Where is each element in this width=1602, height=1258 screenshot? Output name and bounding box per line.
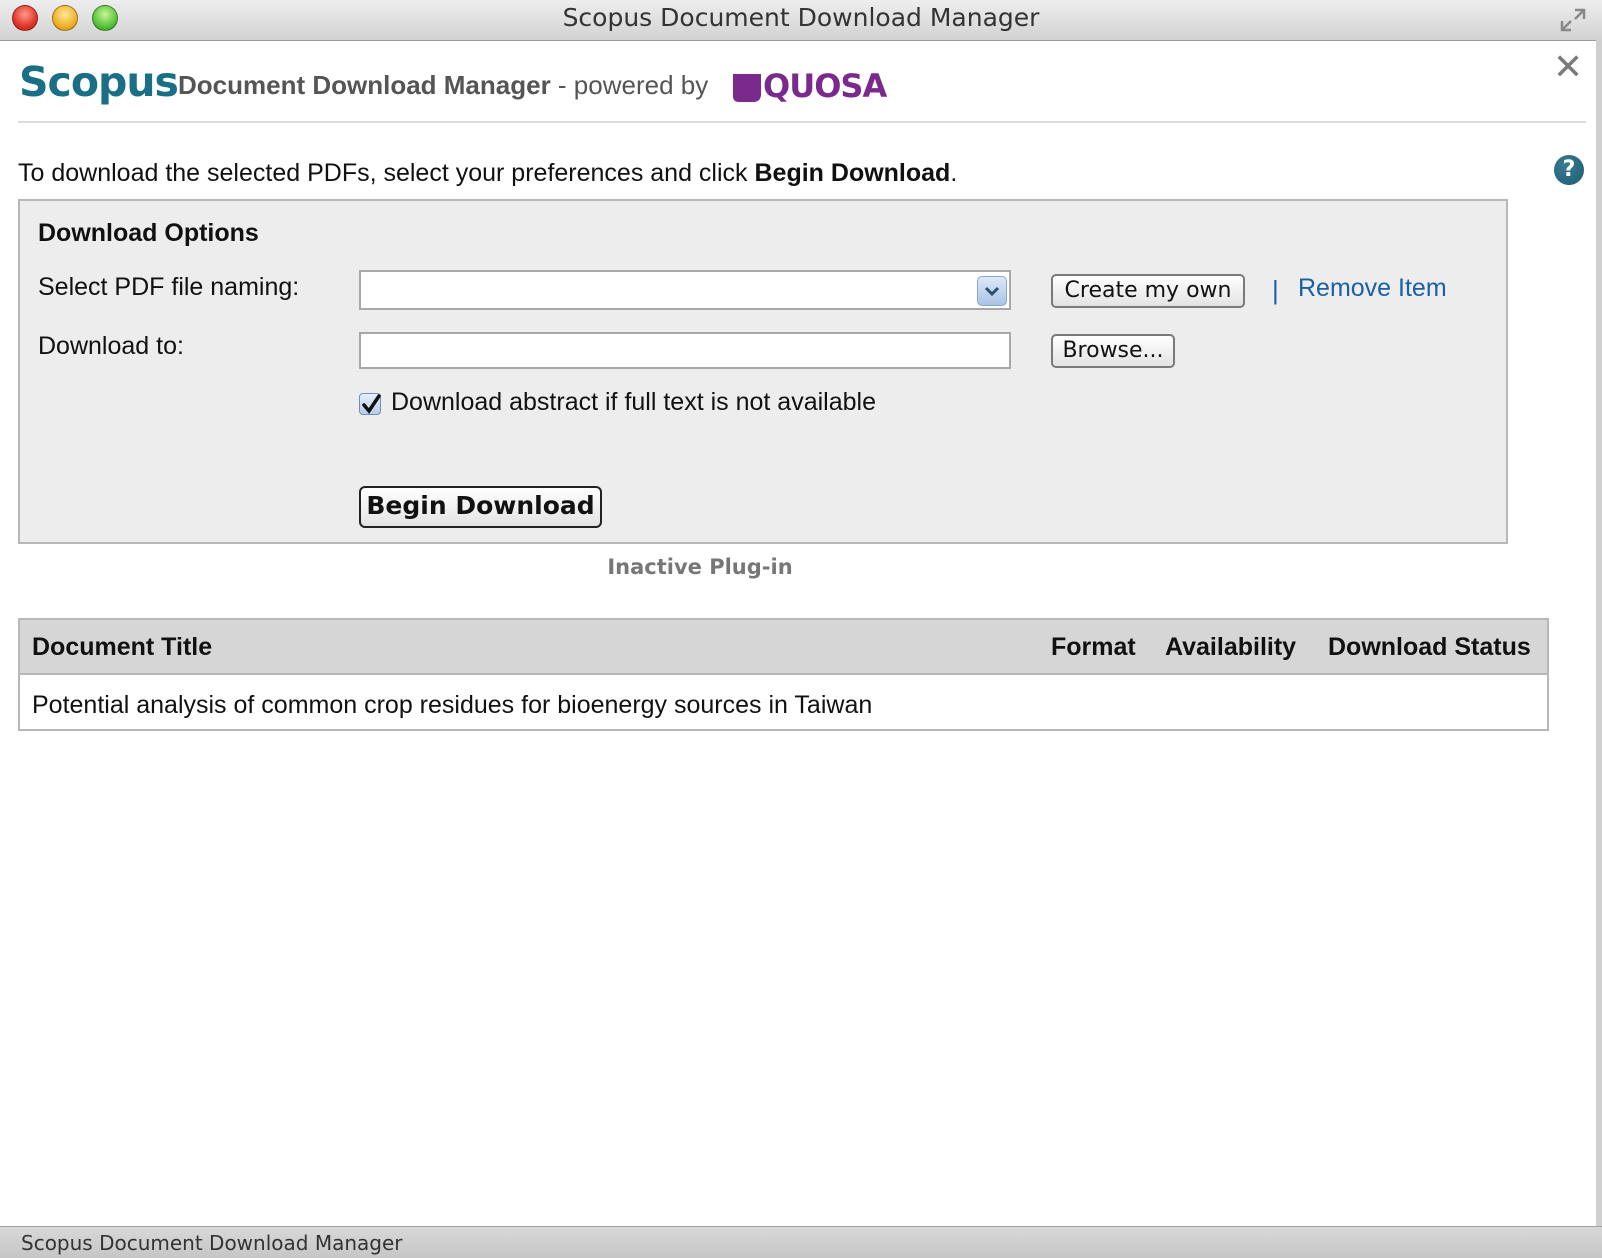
- window-titlebar: Scopus Document Download Manager: [0, 0, 1602, 41]
- fullscreen-icon[interactable]: [1558, 6, 1588, 34]
- help-icon[interactable]: ?: [1554, 155, 1584, 185]
- header-divider: [18, 121, 1586, 123]
- pdf-naming-label: Select PDF file naming:: [38, 273, 300, 301]
- instruction-suffix: .: [950, 159, 958, 187]
- window-title: Scopus Document Download Manager: [562, 3, 1040, 32]
- status-text: Scopus Document Download Manager: [21, 1231, 403, 1255]
- header-title: Document Download Manager - powered by: [178, 70, 708, 101]
- header-title-bold: Document Download Manager: [178, 70, 551, 100]
- abstract-checkbox-label[interactable]: Download abstract if full text is not av…: [391, 388, 876, 417]
- begin-download-button[interactable]: Begin Download: [359, 486, 602, 528]
- download-to-input[interactable]: [359, 332, 1011, 369]
- column-header-format[interactable]: Format: [1051, 633, 1136, 662]
- create-my-own-button[interactable]: Create my own: [1051, 274, 1245, 308]
- download-options-title: Download Options: [38, 219, 259, 247]
- pdf-naming-select[interactable]: [359, 270, 1011, 310]
- plugin-status: Inactive Plug-in: [607, 555, 793, 579]
- document-title-cell: Potential analysis of common crop residu…: [32, 691, 873, 719]
- browse-button[interactable]: Browse...: [1051, 334, 1175, 368]
- column-header-document-title[interactable]: Document Title: [32, 633, 212, 662]
- column-header-availability[interactable]: Availability: [1165, 633, 1296, 662]
- window-edge: [1596, 40, 1602, 1226]
- instruction-text: To download the selected PDFs, select yo…: [18, 159, 957, 188]
- chevron-down-icon[interactable]: [977, 276, 1007, 306]
- checkmark-icon: [362, 394, 381, 414]
- download-to-label: Download to:: [38, 332, 184, 360]
- link-separator: |: [1272, 275, 1279, 305]
- scopus-logo: Scopus: [19, 58, 179, 106]
- table-header-row: Document Title Format Availability Downl…: [20, 620, 1547, 675]
- document-table: Document Title Format Availability Downl…: [18, 618, 1549, 731]
- close-icon[interactable]: ✕: [1553, 49, 1583, 85]
- abstract-checkbox[interactable]: [359, 393, 381, 415]
- header-powered-by: - powered by: [550, 70, 709, 100]
- instruction-prefix: To download the selected PDFs, select yo…: [18, 159, 755, 187]
- column-header-download-status[interactable]: Download Status: [1328, 633, 1531, 662]
- download-options-panel: Download Options Select PDF file naming:…: [18, 199, 1508, 544]
- quosa-logo: QUOSA: [763, 67, 887, 105]
- instruction-bold: Begin Download: [754, 159, 951, 187]
- remove-item-link[interactable]: Remove Item: [1298, 274, 1447, 303]
- status-bar: Scopus Document Download Manager: [0, 1226, 1602, 1258]
- quosa-logo-icon: [733, 74, 761, 102]
